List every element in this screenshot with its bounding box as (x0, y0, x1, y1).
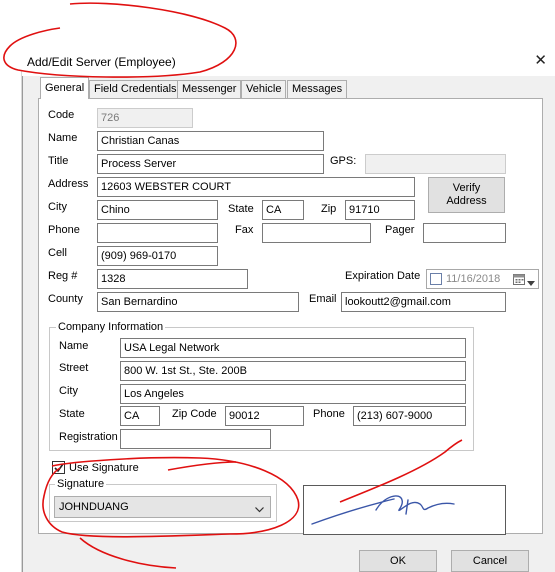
tab-messenger[interactable]: Messenger (177, 80, 242, 98)
ok-label: OK (390, 555, 406, 567)
tab-messages[interactable]: Messages (287, 80, 348, 98)
state-field[interactable]: CA (262, 200, 304, 220)
use-signature-label: Use Signature (69, 462, 139, 474)
email-label: Email (309, 293, 337, 305)
cell-field[interactable]: (909) 969-0170 (97, 246, 218, 266)
title-field[interactable]: Process Server (97, 154, 324, 174)
city-label: City (48, 201, 67, 213)
tab-label: Messenger (182, 83, 237, 95)
gps-label: GPS: (330, 155, 357, 167)
cancel-label: Cancel (472, 555, 508, 567)
checkmark-icon (54, 463, 64, 476)
company-street-label: Street (59, 362, 89, 374)
zip-label: Zip (321, 203, 337, 215)
gps-field (365, 154, 506, 174)
signature-select[interactable]: JOHNDUANG (54, 496, 271, 518)
address-label: Address (48, 178, 89, 190)
use-signature-checkbox[interactable] (52, 461, 65, 474)
company-state-field[interactable]: CA (120, 406, 160, 426)
reg-label: Reg # (48, 270, 78, 282)
company-state-label: State (59, 408, 85, 420)
name-label: Name (48, 132, 78, 144)
company-street-field[interactable]: 800 W. 1st St., Ste. 200B (120, 361, 466, 381)
pager-label: Pager (385, 224, 415, 236)
email-field[interactable]: lookoutt2@gmail.com (341, 292, 506, 312)
company-city-field[interactable]: Los Angeles (120, 384, 466, 404)
fax-label: Fax (235, 224, 254, 236)
phone-field[interactable] (97, 223, 218, 243)
company-zip-field[interactable]: 90012 (225, 406, 304, 426)
expiration-checkbox[interactable] (430, 273, 442, 285)
code-label: Code (48, 109, 75, 121)
company-info-title: Company Information (56, 321, 166, 333)
signature-selected-value: JOHNDUANG (59, 501, 129, 513)
expiration-date-text: 11/16/2018 (446, 273, 501, 285)
tab-vehicle[interactable]: Vehicle (241, 80, 287, 98)
name-field[interactable]: Christian Canas (97, 131, 324, 151)
background-window-strip (0, 70, 22, 572)
company-registration-label: Registration (59, 431, 118, 443)
window-title: Add/Edit Server (Employee) (27, 55, 176, 69)
title-bar: Add/Edit Server (Employee) ✕ (22, 48, 555, 76)
signature-image (311, 495, 455, 525)
chevron-down-icon[interactable] (527, 277, 535, 289)
tab-label: Field Credentials (94, 83, 177, 95)
chevron-down-icon (255, 504, 264, 516)
company-name-field[interactable]: USA Legal Network (120, 338, 466, 358)
company-city-label: City (59, 385, 78, 397)
verify-address-button[interactable]: Verify Address (428, 177, 505, 213)
company-zip-label: Zip Code (172, 408, 217, 420)
tab-general[interactable]: General (40, 77, 90, 99)
fax-field[interactable] (262, 223, 371, 243)
expiration-label: Expiration Date (345, 270, 421, 282)
tab-label: General (45, 82, 85, 94)
cancel-button[interactable]: Cancel (451, 550, 529, 572)
county-label: County (48, 293, 83, 305)
signature-group-title: Signature (55, 478, 107, 490)
county-field[interactable]: San Bernardino (97, 292, 299, 312)
tab-field-credentials[interactable]: Field Credentials (89, 80, 182, 98)
tab-label: Vehicle (246, 83, 282, 95)
city-field[interactable]: Chino (97, 200, 218, 220)
phone-label: Phone (48, 224, 80, 236)
state-label: State (228, 203, 254, 215)
cell-label: Cell (48, 247, 67, 259)
company-phone-label: Phone (313, 408, 345, 420)
close-icon[interactable]: ✕ (534, 53, 547, 69)
calendar-icon[interactable] (513, 273, 525, 288)
company-registration-field[interactable] (120, 429, 271, 449)
expiration-date-picker[interactable]: 11/16/2018 (426, 269, 539, 289)
code-field: 726 (97, 108, 193, 128)
tab-label: Messages (292, 83, 343, 95)
company-phone-field[interactable]: (213) 607-9000 (353, 406, 466, 426)
zip-field[interactable]: 91710 (345, 200, 415, 220)
address-field[interactable]: 12603 WEBSTER COURT (97, 177, 415, 197)
verify-address-label: Verify Address (446, 182, 487, 207)
ok-button[interactable]: OK (359, 550, 437, 572)
reg-field[interactable]: 1328 (97, 269, 248, 289)
company-name-label: Name (59, 340, 89, 352)
pager-field[interactable] (423, 223, 506, 243)
title-label: Title (48, 155, 69, 167)
signature-preview (303, 485, 506, 535)
